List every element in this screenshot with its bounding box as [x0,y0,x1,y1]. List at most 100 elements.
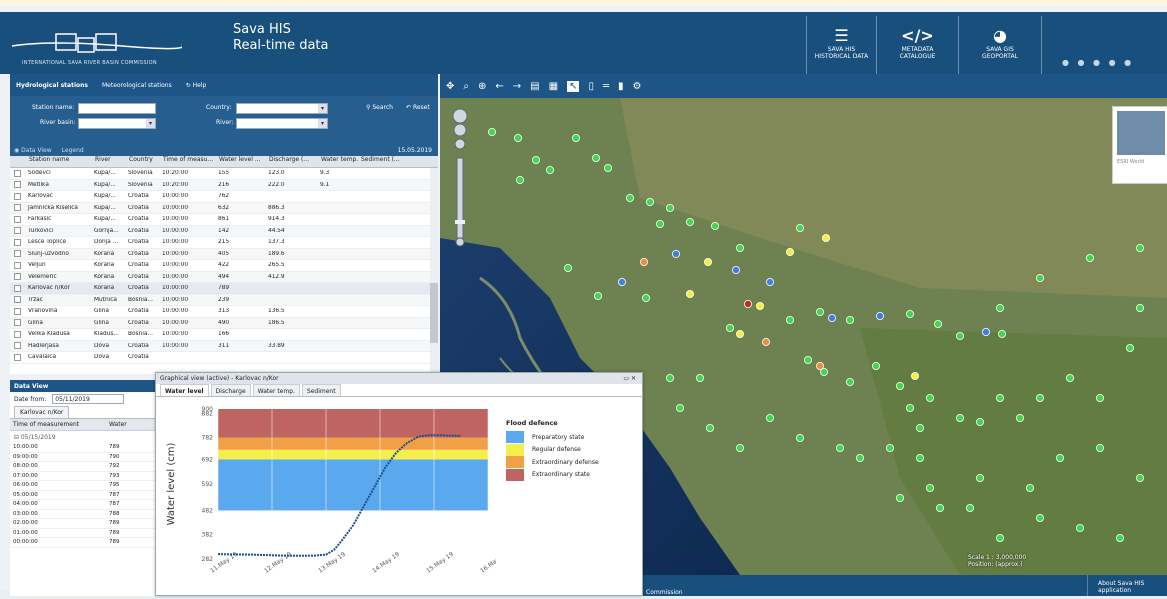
select-icon[interactable]: ↖ [567,80,580,92]
station-marker[interactable] [617,277,626,286]
list-item[interactable]: 05:00:00 787 [10,491,155,500]
row-checkbox[interactable] [14,353,21,361]
list-item[interactable]: 02:00:00 789 [10,519,155,529]
zoom-control[interactable] [452,108,468,248]
row-checkbox[interactable] [14,284,21,292]
tab-water-temp[interactable]: Water temp. [252,384,300,396]
table-row[interactable]: Lešće Toplice Donja ... Croatia 10:00:00 215… [10,237,438,249]
window-controls[interactable]: ▭ ✕ [623,375,636,382]
station-marker[interactable] [725,323,734,332]
zoom-in-icon[interactable]: ⊕ [478,81,486,92]
zoom-box-icon[interactable]: ⌕ [463,81,469,92]
table-row[interactable]: Velika Kladuša Kladuš... Bosnia... 10:00:00… [10,329,438,341]
list-item[interactable]: 07:00:00 793 [10,472,155,481]
station-marker[interactable] [655,220,664,229]
list-item[interactable]: 03:00:00 788 [10,510,155,519]
station-marker[interactable] [785,247,794,256]
station-marker[interactable] [755,301,764,310]
row-checkbox[interactable] [14,342,21,350]
station-marker[interactable] [731,265,740,274]
list-item[interactable]: 04:00:00 787 [10,500,155,510]
row-checkbox[interactable] [14,250,21,258]
table-row[interactable]: Cavalaica Dova Croatia [10,352,438,364]
station-marker[interactable] [785,315,794,324]
station-marker[interactable] [996,303,1005,312]
tab-station[interactable]: Karlovac n/Kor [14,406,70,418]
row-checkbox[interactable] [14,192,21,200]
station-marker[interactable] [516,176,525,185]
station-marker[interactable] [895,493,904,502]
station-marker[interactable] [803,355,812,364]
basemap-switcher[interactable]: ESRI World [1112,106,1167,184]
table-row[interactable]: Karlovac n/Kor Korana Croatia 10:00:00 789 [10,283,438,295]
group-row[interactable]: ⊟ 05/15/2019 [10,431,155,443]
tab-water-level[interactable]: Water level [160,384,209,396]
station-marker[interactable] [905,309,914,318]
station-marker[interactable] [982,327,991,336]
table-row[interactable]: Karlovac Kupa/... Croatia 10:00:00 762 [10,191,438,203]
station-marker[interactable] [996,533,1005,542]
document-icon[interactable]: ▯ [588,81,594,92]
station-marker[interactable] [685,289,694,298]
station-marker[interactable] [514,134,523,143]
list-item[interactable]: 00:00:00 789 [10,538,155,548]
station-marker[interactable] [735,329,744,338]
station-marker[interactable] [710,222,719,231]
row-checkbox[interactable] [14,204,21,212]
station-marker[interactable] [885,443,894,452]
reset-button[interactable]: ↶ Reset [406,104,430,111]
station-marker[interactable] [1086,253,1095,262]
tab-sediment[interactable]: Sediment [301,384,341,396]
table-row[interactable]: Tržac Mutnica Bosnia... 10:00:00 239 [10,294,438,306]
station-marker[interactable] [998,329,1007,338]
settings-icon[interactable]: ⚙ [633,81,642,92]
date-from-input[interactable]: 05/11/2019 [52,394,125,404]
measure-icon[interactable]: ═ [603,81,609,92]
station-marker[interactable] [1096,393,1105,402]
table-row[interactable]: Jamnička Kiselica Kupa/... Croatia 10:00:00… [10,202,438,214]
tab-discharge[interactable]: Discharge [210,384,251,396]
station-marker[interactable] [956,413,965,422]
station-marker[interactable] [703,257,712,266]
station-marker[interactable] [1036,393,1045,402]
list-item[interactable]: 01:00:00 789 [10,529,155,538]
back-icon[interactable]: ← [495,81,503,92]
station-marker[interactable] [761,337,770,346]
station-marker[interactable] [1116,533,1125,542]
station-marker[interactable] [1056,453,1065,462]
station-marker[interactable] [925,393,934,402]
station-marker[interactable] [695,373,704,382]
station-marker[interactable] [915,453,924,462]
station-marker[interactable] [835,443,844,452]
station-marker[interactable] [815,361,824,370]
row-checkbox[interactable] [14,330,21,338]
station-marker[interactable] [875,311,884,320]
station-marker[interactable] [705,423,714,432]
row-checkbox[interactable] [14,261,21,269]
tab-hydrological[interactable]: Hydrological stations [16,82,88,89]
station-marker[interactable] [1066,373,1075,382]
row-checkbox[interactable] [14,181,21,189]
station-marker[interactable] [645,198,654,207]
gis-geoportal-button[interactable]: ◕ SAVA GIS GEOPORTAL [958,16,1042,74]
row-checkbox[interactable] [14,238,21,246]
table-row[interactable]: Metlika Kupa/... Slovenia 10:20:00 216 222.0 9… [10,179,438,191]
legend-link[interactable]: Legend [62,147,84,154]
row-checkbox[interactable] [14,296,21,304]
table-row[interactable]: Veljun Korana Croatia 10:00:00 422 265.5 [10,260,438,272]
station-marker[interactable] [675,403,684,412]
historical-data-button[interactable]: ☰ SAVA HIS HISTORICAL DATA [806,16,876,74]
station-marker[interactable] [1026,483,1035,492]
table-row[interactable]: Slunj-uzvodno Korana Croatia 10:00:00 405 189… [10,248,438,260]
forward-icon[interactable]: → [513,81,521,92]
table-row[interactable]: Vranovina Glina Croatia 10:00:00 313 136.5 [10,306,438,318]
station-marker[interactable] [603,164,612,173]
station-marker[interactable] [795,433,804,442]
station-marker[interactable] [956,331,965,340]
station-marker[interactable] [910,371,919,380]
station-marker[interactable] [1126,343,1135,352]
station-marker[interactable] [925,483,934,492]
station-marker[interactable] [591,154,600,163]
table-row[interactable]: Turkovići Gornja... Croatia 10:00:00 142 44.5… [10,225,438,237]
row-checkbox[interactable] [14,307,21,315]
